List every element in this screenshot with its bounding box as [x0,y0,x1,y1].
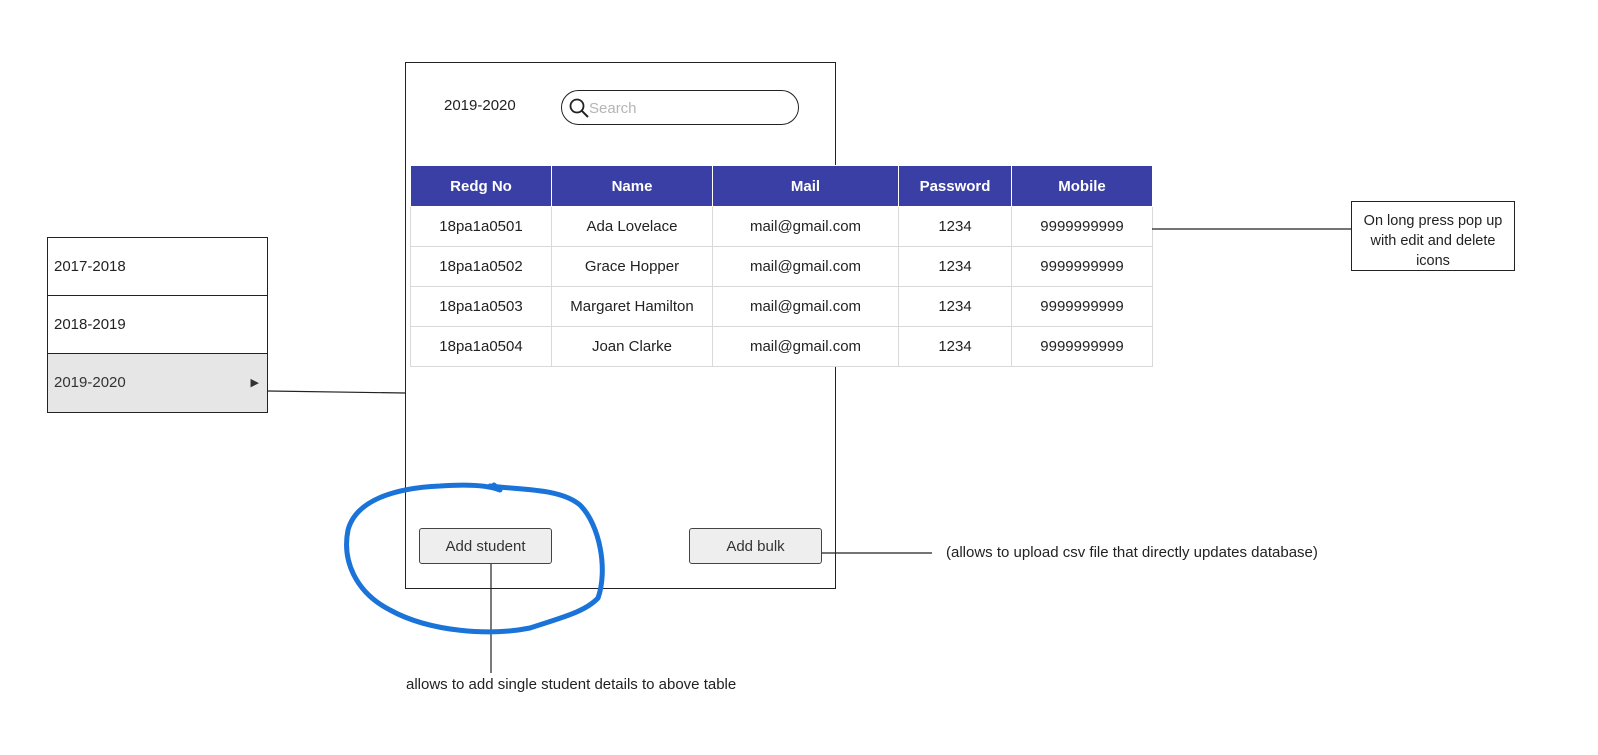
table-row[interactable]: 18pa1a0502 Grace Hopper mail@gmail.com 1… [410,246,1153,287]
page-title: 2019-2020 [444,97,516,114]
cell-name: Joan Clarke [551,326,713,367]
column-header-mobile[interactable]: Mobile [1011,165,1153,207]
cell-mail: mail@gmail.com [712,326,899,367]
add-student-button[interactable]: Add student [419,528,552,564]
column-header-redg-no[interactable]: Redg No [410,165,552,207]
cell-password: 1234 [898,206,1012,247]
connector-year-to-phone [267,390,406,394]
column-header-mail[interactable]: Mail [712,165,899,207]
cell-mobile: 9999999999 [1011,246,1153,287]
cell-name: Margaret Hamilton [551,286,713,327]
cell-mobile: 9999999999 [1011,326,1153,367]
search-bar[interactable] [561,90,799,125]
cell-password: 1234 [898,286,1012,327]
cell-redg-no: 18pa1a0503 [410,286,552,327]
cell-password: 1234 [898,246,1012,287]
student-table: Redg No Name Mail Password Mobile 18pa1a… [410,165,1153,367]
add-student-note: allows to add single student details to … [406,676,737,693]
long-press-note: On long press pop up with edit and delet… [1351,201,1515,271]
column-header-name[interactable]: Name [551,165,713,207]
year-item-label: 2018-2019 [54,316,126,333]
table-row[interactable]: 18pa1a0501 Ada Lovelace mail@gmail.com 1… [410,206,1153,247]
cell-mail: mail@gmail.com [712,286,899,327]
chevron-right-icon: ▶ [250,377,259,389]
cell-mail: mail@gmail.com [712,246,899,287]
year-item-label: 2017-2018 [54,258,126,275]
table-row[interactable]: 18pa1a0504 Joan Clarke mail@gmail.com 12… [410,326,1153,367]
cell-redg-no: 18pa1a0502 [410,246,552,287]
table-row[interactable]: 18pa1a0503 Margaret Hamilton mail@gmail.… [410,286,1153,327]
cell-mail: mail@gmail.com [712,206,899,247]
search-input[interactable] [589,96,789,120]
year-item-2018-2019[interactable]: 2018-2019 [48,296,267,354]
year-item-2017-2018[interactable]: 2017-2018 [48,238,267,296]
cell-mobile: 9999999999 [1011,206,1153,247]
cell-redg-no: 18pa1a0504 [410,326,552,367]
year-item-label: 2019-2020 [54,374,126,391]
cell-name: Ada Lovelace [551,206,713,247]
bulk-upload-note: (allows to upload csv file that directly… [946,544,1318,561]
table-header-row: Redg No Name Mail Password Mobile [410,165,1153,207]
search-icon [569,98,589,118]
cell-redg-no: 18pa1a0501 [410,206,552,247]
year-list: 2017-2018 2018-2019 2019-2020 ▶ [47,237,268,413]
cell-mobile: 9999999999 [1011,286,1153,327]
year-item-2019-2020[interactable]: 2019-2020 ▶ [48,354,267,412]
cell-password: 1234 [898,326,1012,367]
cell-name: Grace Hopper [551,246,713,287]
column-header-password[interactable]: Password [898,165,1012,207]
add-bulk-button[interactable]: Add bulk [689,528,822,564]
